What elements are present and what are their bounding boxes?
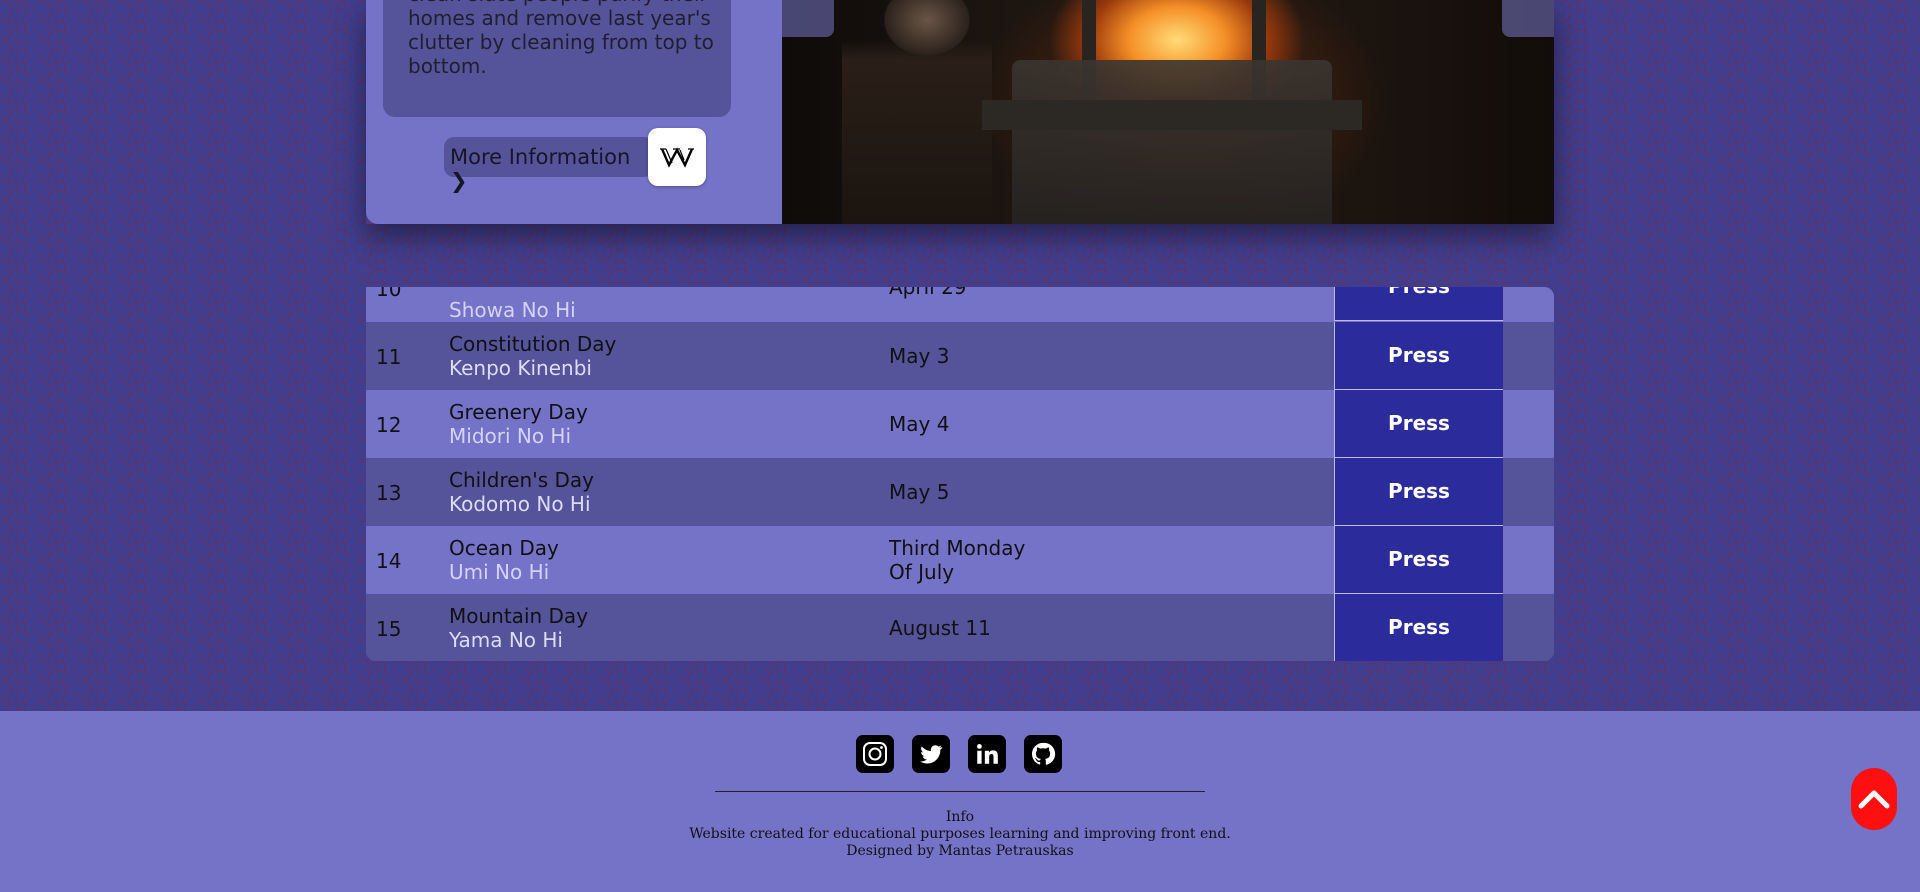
photo-person bbox=[842, 0, 992, 224]
holiday-date: May 3 bbox=[889, 344, 950, 368]
holiday-description: clean slate people purify their homes an… bbox=[408, 0, 714, 78]
row-number: 11 bbox=[376, 345, 402, 369]
holiday-japanese-name: Kodomo No Hi bbox=[449, 492, 591, 516]
holiday-japanese-name: Midori No Hi bbox=[449, 424, 572, 448]
press-button[interactable]: Press bbox=[1334, 594, 1503, 661]
holiday-date: Third Monday bbox=[889, 536, 1026, 560]
holiday-date-line2: Of July bbox=[889, 560, 955, 584]
press-button[interactable]: Press bbox=[1334, 458, 1503, 526]
row-number: 10 bbox=[376, 287, 402, 301]
instagram-icon[interactable] bbox=[856, 735, 894, 773]
holiday-name: Greenery Day bbox=[449, 400, 588, 424]
table-row: 14 Ocean Day Umi No Hi Third Monday Of J… bbox=[366, 526, 1554, 594]
row-number: 15 bbox=[376, 617, 402, 641]
wikipedia-icon[interactable] bbox=[648, 128, 706, 186]
table-row: 12 Greenery Day Midori No Hi May 4 Press bbox=[366, 390, 1554, 458]
holiday-photo bbox=[782, 0, 1554, 224]
row-number: 12 bbox=[376, 413, 402, 437]
row-number: 13 bbox=[376, 481, 402, 505]
holiday-name: Constitution Day bbox=[449, 332, 617, 356]
footer-info-line1: Website created for educational purposes… bbox=[689, 826, 1231, 842]
holiday-date: May 5 bbox=[889, 480, 950, 504]
holiday-japanese-name: Kenpo Kinenbi bbox=[449, 356, 592, 380]
table-row: 13 Children's Day Kodomo No Hi May 5 Pre… bbox=[366, 458, 1554, 526]
holidays-table[interactable]: 10 Showa No Hi April 29 Press 11 Constit… bbox=[366, 287, 1554, 661]
holiday-japanese-name: Umi No Hi bbox=[449, 560, 550, 584]
holiday-card: clean slate people purify their homes an… bbox=[366, 0, 1554, 224]
carousel-next-button[interactable] bbox=[1502, 0, 1554, 37]
back-to-top-button[interactable] bbox=[1851, 768, 1897, 830]
holiday-date: April 29 bbox=[889, 287, 967, 299]
carousel-prev-button[interactable] bbox=[782, 0, 834, 37]
holiday-name: Mountain Day bbox=[449, 604, 589, 628]
holiday-name: Children's Day bbox=[449, 468, 594, 492]
footer-info-title: Info bbox=[945, 809, 975, 825]
holiday-date: May 4 bbox=[889, 412, 950, 436]
description-box: clean slate people purify their homes an… bbox=[383, 0, 731, 117]
press-button[interactable]: Press bbox=[1334, 287, 1503, 321]
table-row: 10 Showa No Hi April 29 Press bbox=[366, 287, 1554, 322]
chevron-up-icon bbox=[1858, 790, 1890, 809]
press-button[interactable]: Press bbox=[1334, 322, 1503, 390]
twitter-icon[interactable] bbox=[912, 735, 950, 773]
holiday-japanese-name: Yama No Hi bbox=[449, 628, 563, 652]
github-icon[interactable] bbox=[1024, 735, 1062, 773]
holiday-japanese-name: Showa No Hi bbox=[449, 298, 576, 322]
press-button[interactable]: Press bbox=[1334, 390, 1503, 458]
holiday-date: August 11 bbox=[889, 616, 991, 640]
linkedin-icon[interactable] bbox=[968, 735, 1006, 773]
footer: Info Website created for educational pur… bbox=[0, 711, 1920, 892]
photo-fire-brazier bbox=[1012, 60, 1332, 224]
holiday-info-panel: clean slate people purify their homes an… bbox=[366, 0, 782, 224]
footer-divider bbox=[715, 791, 1205, 792]
footer-credits: Designed by Mantas Petrauskas bbox=[846, 843, 1074, 859]
press-button[interactable]: Press bbox=[1334, 526, 1503, 594]
table-row: 15 Mountain Day Yama No Hi August 11 Pre… bbox=[366, 594, 1554, 661]
holiday-name: Ocean Day bbox=[449, 536, 559, 560]
more-information-button[interactable]: More Information ❯ bbox=[444, 137, 654, 193]
row-number: 14 bbox=[376, 549, 402, 573]
table-row: 11 Constitution Day Kenpo Kinenbi May 3 … bbox=[366, 322, 1554, 390]
